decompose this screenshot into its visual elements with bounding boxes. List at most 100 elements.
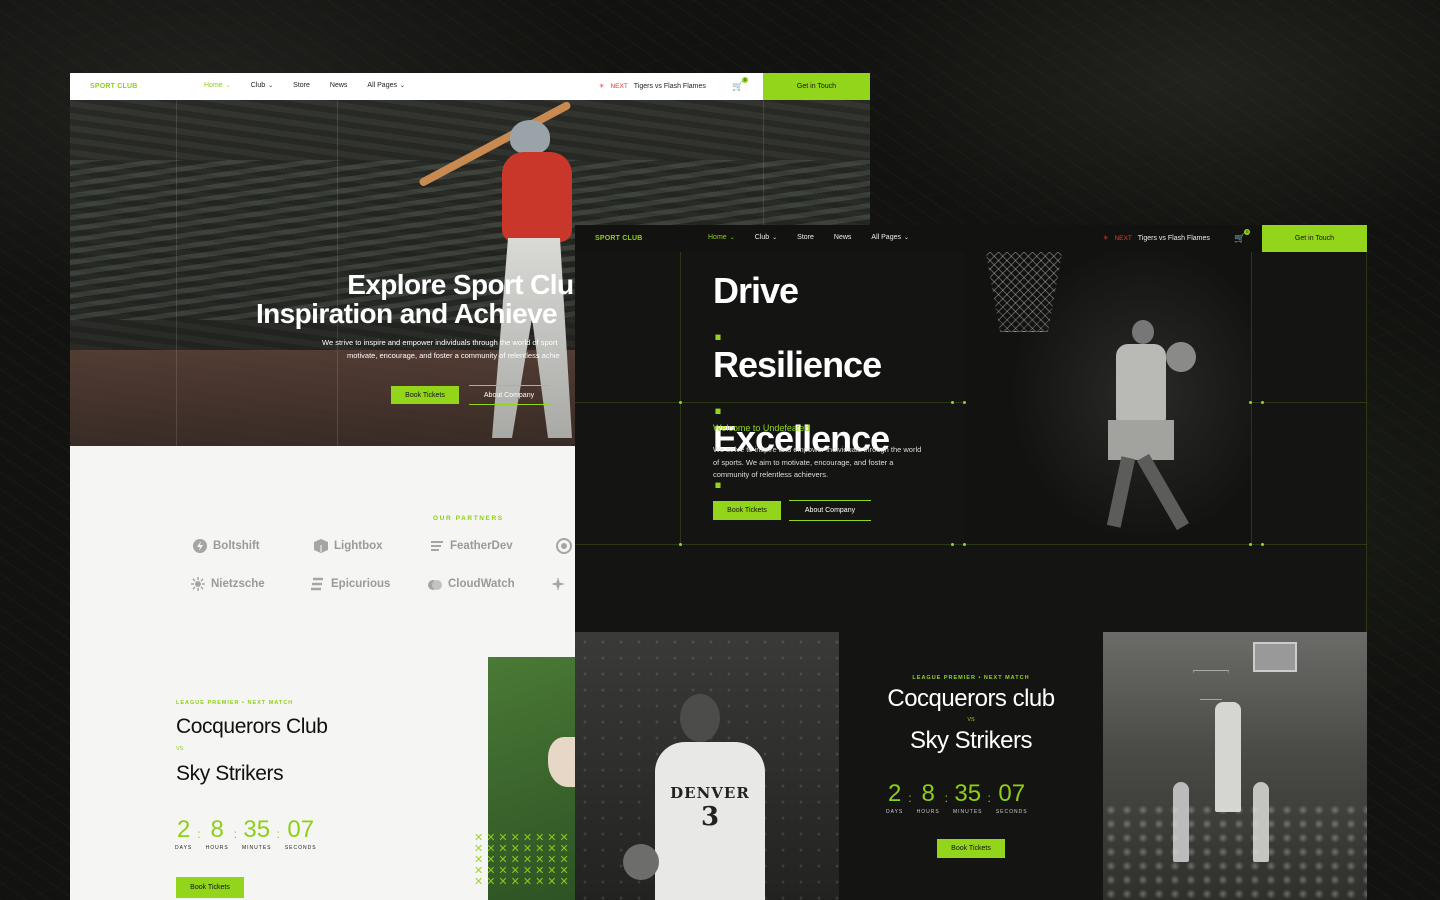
light-book-tickets-button[interactable]: Book Tickets bbox=[391, 386, 459, 404]
colon-separator: : bbox=[233, 827, 237, 841]
chevron-down-icon: ⌄ bbox=[225, 83, 231, 89]
light-nav-store[interactable]: Store bbox=[293, 82, 310, 89]
dark-get-in-touch-button[interactable]: Get in Touch bbox=[1262, 225, 1367, 252]
dark-about-company-button[interactable]: About Company bbox=[789, 500, 871, 521]
count-label: DAYS bbox=[886, 809, 904, 815]
light-navbar: SPORT CLUB Home ⌄ Club ⌄ Store News All Pa… bbox=[70, 73, 870, 100]
dark-nav-store[interactable]: Store bbox=[797, 234, 814, 241]
dunking-player bbox=[1094, 312, 1224, 542]
light-vs: VS bbox=[176, 746, 184, 752]
dark-nav-all-pages[interactable]: All Pages ⌄ bbox=[871, 234, 909, 241]
title-line: Drive. bbox=[713, 272, 889, 346]
count-value: 07 bbox=[287, 816, 315, 843]
nav-label: Home bbox=[204, 82, 223, 89]
grid-dot bbox=[1261, 543, 1264, 546]
live-dot-icon: ✳ bbox=[1103, 235, 1109, 242]
colon-separator: : bbox=[987, 791, 991, 805]
chevron-down-icon: ⌄ bbox=[903, 235, 910, 241]
dark-countdown: 2 DAYS : 8 HOURS : 35 MINUTES : 07 SECONDS bbox=[886, 780, 1028, 816]
dark-match-book-tickets-button[interactable]: Book Tickets bbox=[937, 839, 1005, 858]
count-label: SECONDS bbox=[995, 809, 1028, 815]
light-nav-club[interactable]: Club ⌄ bbox=[251, 82, 273, 89]
count-label: HOURS bbox=[916, 809, 940, 815]
basketball-dunk-photo bbox=[964, 252, 1251, 544]
partner-lightbox[interactable]: Lightbox bbox=[313, 538, 383, 554]
dark-nav-links: Home ⌄ Club ⌄ Store News All Pages ⌄ bbox=[708, 234, 929, 241]
x-pattern-decoration: ✕✕✕✕✕✕✕✕✕✕✕✕✕✕✕✕✕✕✕✕✕✕✕✕✕✕✕✕✕✕✕✕✕✕✕✕✕✕✕✕ bbox=[474, 832, 572, 888]
crowd bbox=[1103, 802, 1367, 900]
light-match-book-tickets-button[interactable]: Book Tickets bbox=[176, 877, 244, 898]
count-label: DAYS bbox=[175, 845, 193, 851]
chevron-down-icon: ⌄ bbox=[729, 235, 735, 241]
partner-boltshift[interactable]: Boltshift bbox=[192, 538, 260, 554]
title-word: Drive bbox=[713, 270, 799, 311]
countdown-seconds: 07 SECONDS bbox=[995, 782, 1028, 816]
dark-hero-description: We strive to inspire and empower individ… bbox=[713, 445, 922, 479]
partners-label: OUR PARTNERS bbox=[433, 515, 504, 522]
count-value: 35 bbox=[243, 816, 271, 843]
count-value: 35 bbox=[954, 780, 982, 807]
title-line: Explore Sport Club bbox=[347, 269, 590, 300]
partner-partial-logo[interactable] bbox=[556, 538, 572, 554]
dark-next-match[interactable]: ✳ NEXT Tigers vs Flash Flames bbox=[1103, 234, 1210, 243]
light-logo[interactable]: SPORT CLUB bbox=[90, 83, 138, 90]
light-nav-all-pages[interactable]: All Pages ⌄ bbox=[367, 82, 405, 89]
partner-name: Epicurious bbox=[331, 578, 391, 590]
light-next-match[interactable]: ✳ NEXT Tigers vs Flash Flames bbox=[599, 82, 706, 91]
grid-dot bbox=[963, 401, 966, 404]
dark-navbar: SPORT CLUB Home ⌄ Club ⌄ Store News All Pa… bbox=[575, 225, 1367, 252]
next-match-teams: Tigers vs Flash Flames bbox=[1137, 234, 1210, 242]
sparkle-icon bbox=[551, 577, 565, 591]
next-label: NEXT bbox=[610, 82, 628, 90]
cart-icon[interactable]: 🛒 0 bbox=[732, 77, 749, 92]
grid-dot bbox=[951, 543, 954, 546]
stack-icon bbox=[311, 577, 323, 591]
count-value: 8 bbox=[921, 780, 935, 807]
countdown-days: 2 DAYS bbox=[175, 816, 193, 852]
dark-book-tickets-button[interactable]: Book Tickets bbox=[713, 501, 781, 520]
light-nav-news[interactable]: News bbox=[330, 82, 348, 89]
title-word: Resilience bbox=[713, 344, 882, 385]
dark-nav-home[interactable]: Home ⌄ bbox=[708, 234, 735, 241]
grid-dot bbox=[679, 543, 682, 546]
grid-dot bbox=[1261, 401, 1264, 404]
light-nav-home[interactable]: Home ⌄ bbox=[204, 82, 231, 89]
jersey-text: DENVER bbox=[670, 784, 750, 802]
countdown-seconds: 07 SECONDS bbox=[285, 816, 317, 852]
jersey: DENVER 3 bbox=[655, 742, 765, 900]
partner-featherdev[interactable]: FeatherDev bbox=[429, 538, 513, 554]
desc-line: motivate, encourage, and foster a commun… bbox=[347, 350, 560, 360]
light-match-tag: LEAGUE PREMIER • NEXT MATCH bbox=[176, 700, 294, 706]
count-value: 2 bbox=[176, 816, 191, 843]
dark-nav-news[interactable]: News bbox=[834, 234, 852, 241]
bolt-icon bbox=[193, 539, 207, 553]
count-label: MINUTES bbox=[242, 845, 272, 851]
chevron-down-icon: ⌄ bbox=[268, 83, 274, 89]
basketball-hoop bbox=[1193, 670, 1229, 700]
light-get-in-touch-button[interactable]: Get in Touch bbox=[763, 73, 870, 100]
nav-label: All Pages bbox=[367, 82, 397, 89]
cart-badge: 0 bbox=[742, 77, 749, 83]
dark-nav-club[interactable]: Club ⌄ bbox=[755, 234, 777, 241]
partner-epicurious[interactable]: Epicurious bbox=[310, 576, 390, 592]
countdown-hours: 8 HOURS bbox=[206, 818, 229, 852]
countdown-hours: 8 HOURS bbox=[916, 780, 940, 816]
colon-separator: : bbox=[944, 791, 948, 805]
welcome-heading: Welcome to Undefeated bbox=[713, 423, 810, 433]
cart-icon[interactable]: 🛒 0 bbox=[1234, 229, 1251, 244]
title-period: . bbox=[713, 307, 723, 348]
denver-player-photo: DENVER 3 bbox=[575, 632, 839, 900]
count-label: MINUTES bbox=[953, 809, 983, 815]
colon-separator: : bbox=[276, 827, 280, 841]
dark-logo[interactable]: SPORT CLUB bbox=[595, 235, 643, 242]
light-about-company-button[interactable]: About Company bbox=[469, 385, 549, 405]
partner-cloudwatch[interactable]: CloudWatch bbox=[427, 576, 515, 592]
live-dot-icon: ✳ bbox=[599, 83, 605, 90]
partner-partial-logo[interactable] bbox=[550, 576, 566, 592]
countdown-days: 2 DAYS bbox=[886, 782, 904, 816]
partner-name: CloudWatch bbox=[448, 578, 515, 590]
light-hero-description: We strive to inspire and empower individ… bbox=[320, 337, 580, 362]
countdown-minutes: 35 MINUTES bbox=[953, 780, 983, 816]
dark-vs: VS bbox=[967, 717, 975, 723]
partner-nietzsche[interactable]: Nietzsche bbox=[190, 576, 265, 592]
